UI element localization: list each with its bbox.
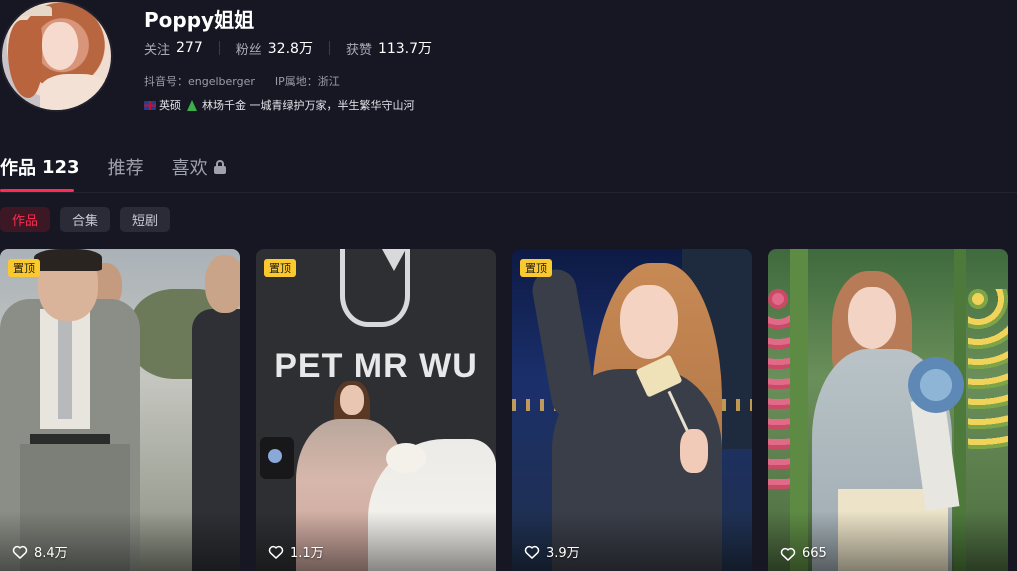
likes-count: 8.4万 bbox=[34, 546, 68, 561]
profile-tabs: 作品 123 推荐 喜欢 bbox=[0, 154, 254, 180]
video-likes: 1.1万 bbox=[268, 542, 324, 561]
heart-icon bbox=[780, 547, 796, 561]
chip-short-dramas[interactable]: 短剧 bbox=[120, 207, 171, 232]
chip-works[interactable]: 作品 bbox=[0, 207, 51, 232]
profile-meta: 抖音号：engelberger IP属地：浙江 bbox=[144, 73, 340, 89]
tabs-divider bbox=[0, 192, 1017, 193]
stat-label: 获赞 bbox=[345, 42, 372, 58]
profile-name: Poppy姐姐 bbox=[144, 8, 255, 32]
content-filter: 作品 合集 短剧 bbox=[0, 207, 171, 232]
profile-stats: 关注 277 粉丝 32.8万 获赞 113.7万 bbox=[144, 38, 432, 58]
tab-liked[interactable]: 喜欢 bbox=[172, 154, 226, 180]
tab-label: 推荐 bbox=[107, 158, 144, 179]
tab-count: 123 bbox=[42, 156, 80, 178]
pinned-badge: 置顶 bbox=[264, 259, 296, 277]
profile-bio: 英硕 林场千金 一城青绿护万家，半生繁华守山河 bbox=[144, 97, 415, 113]
stat-likes: 获赞 113.7万 bbox=[346, 38, 432, 58]
heart-icon bbox=[12, 545, 28, 559]
video-likes: 8.4万 bbox=[12, 542, 68, 561]
ip-location: IP属地：浙江 bbox=[274, 75, 340, 88]
pinned-badge: 置顶 bbox=[8, 259, 40, 277]
video-likes: 3.9万 bbox=[524, 542, 580, 561]
pinned-badge: 置顶 bbox=[520, 259, 552, 277]
heart-icon bbox=[524, 545, 540, 559]
likes-count: 3.9万 bbox=[546, 546, 580, 561]
bio-text: 林场千金 一城青绿护万家，半生繁华守山河 bbox=[202, 99, 415, 112]
likes-count: 1.1万 bbox=[290, 546, 324, 561]
tab-label: 喜欢 bbox=[171, 158, 208, 179]
profile-page: Poppy姐姐 关注 277 粉丝 32.8万 获赞 113.7万 抖音号：en… bbox=[0, 0, 1017, 571]
video-overlay-text: PET MR WU bbox=[274, 347, 478, 385]
tree-icon bbox=[187, 99, 197, 111]
stat-value: 277 bbox=[176, 40, 203, 56]
douyin-id: 抖音号：engelberger bbox=[144, 75, 255, 88]
video-card[interactable]: 置顶 8.4万 bbox=[0, 249, 240, 571]
tab-label: 作品 bbox=[0, 158, 36, 179]
stat-value: 113.7万 bbox=[377, 41, 433, 57]
heart-icon bbox=[268, 545, 284, 559]
uk-flag-icon bbox=[144, 100, 156, 110]
stat-label: 关注 bbox=[144, 42, 171, 58]
stat-value: 32.8万 bbox=[267, 41, 313, 57]
video-card[interactable]: PET MR WU 置顶 1.1万 bbox=[256, 249, 496, 571]
video-likes: 665 bbox=[780, 546, 827, 561]
stat-following[interactable]: 关注 277 bbox=[144, 39, 203, 58]
avatar[interactable] bbox=[0, 0, 113, 112]
likes-count: 665 bbox=[802, 546, 827, 561]
divider bbox=[328, 41, 330, 55]
tab-works[interactable]: 作品 123 bbox=[0, 154, 80, 180]
video-card[interactable]: 置顶 3.9万 bbox=[512, 249, 752, 571]
lock-icon bbox=[213, 160, 226, 174]
bio-degree: 英硕 bbox=[159, 99, 181, 112]
stat-followers[interactable]: 粉丝 32.8万 bbox=[236, 38, 313, 58]
tab-recommended[interactable]: 推荐 bbox=[108, 154, 144, 180]
video-card[interactable]: 665 bbox=[768, 249, 1008, 571]
stat-label: 粉丝 bbox=[235, 42, 262, 58]
chip-collections[interactable]: 合集 bbox=[60, 207, 111, 232]
divider bbox=[218, 41, 220, 55]
